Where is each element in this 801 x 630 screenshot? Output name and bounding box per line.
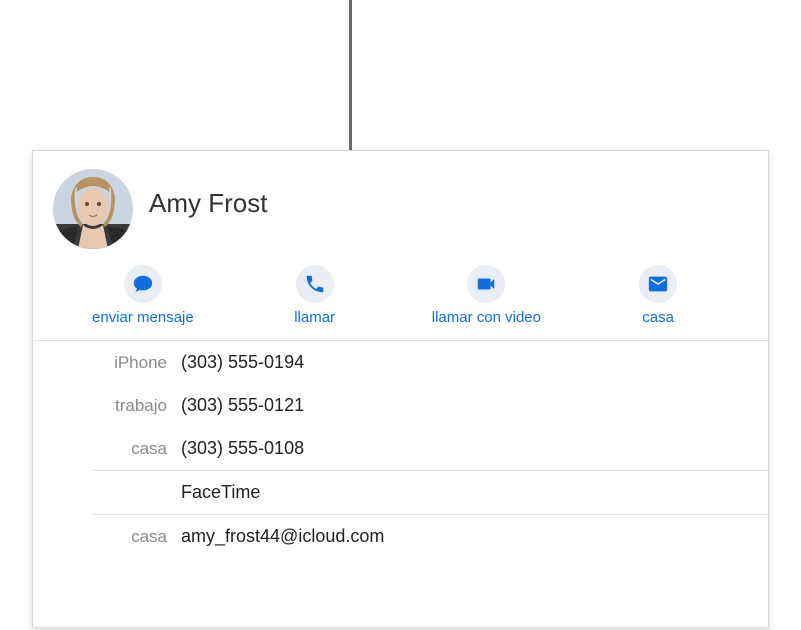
avatar-image xyxy=(53,169,133,249)
call-label: llamar xyxy=(294,309,335,326)
facetime-row[interactable]: FaceTime xyxy=(33,471,768,514)
message-button[interactable]: enviar mensaje xyxy=(57,265,229,326)
video-call-button[interactable]: llamar con video xyxy=(401,265,573,326)
avatar[interactable] xyxy=(53,169,133,249)
message-label: enviar mensaje xyxy=(92,309,194,326)
email-row[interactable]: casa amy_frost44@icloud.com xyxy=(33,515,768,558)
phone-label: casa xyxy=(33,439,181,459)
mail-button[interactable]: casa xyxy=(572,265,744,326)
contact-header: Amy Frost xyxy=(33,151,768,259)
contact-name[interactable]: Amy Frost xyxy=(149,188,267,219)
phone-row-work[interactable]: trabajo (303) 555-0121 xyxy=(33,384,768,427)
email-label: casa xyxy=(33,527,181,547)
facetime-value: FaceTime xyxy=(181,482,260,503)
phone-value: (303) 555-0194 xyxy=(181,352,304,373)
details-section: iPhone (303) 555-0194 trabajo (303) 555-… xyxy=(33,341,768,558)
mail-icon xyxy=(639,265,677,303)
action-row: enviar mensaje llamar llamar con video c… xyxy=(33,259,768,341)
message-icon xyxy=(124,265,162,303)
email-value: amy_frost44@icloud.com xyxy=(181,526,384,547)
phone-label: trabajo xyxy=(33,396,181,416)
mail-label: casa xyxy=(642,309,674,326)
video-label: llamar con video xyxy=(432,309,541,326)
phone-icon xyxy=(296,265,334,303)
phone-row-home[interactable]: casa (303) 555-0108 xyxy=(33,427,768,470)
contact-card: Amy Frost enviar mensaje llamar llamar c… xyxy=(32,150,769,628)
phone-label: iPhone xyxy=(33,353,181,373)
phone-value: (303) 555-0121 xyxy=(181,395,304,416)
video-icon xyxy=(467,265,505,303)
phone-row-iphone[interactable]: iPhone (303) 555-0194 xyxy=(33,341,768,384)
call-button[interactable]: llamar xyxy=(229,265,401,326)
phone-value: (303) 555-0108 xyxy=(181,438,304,459)
